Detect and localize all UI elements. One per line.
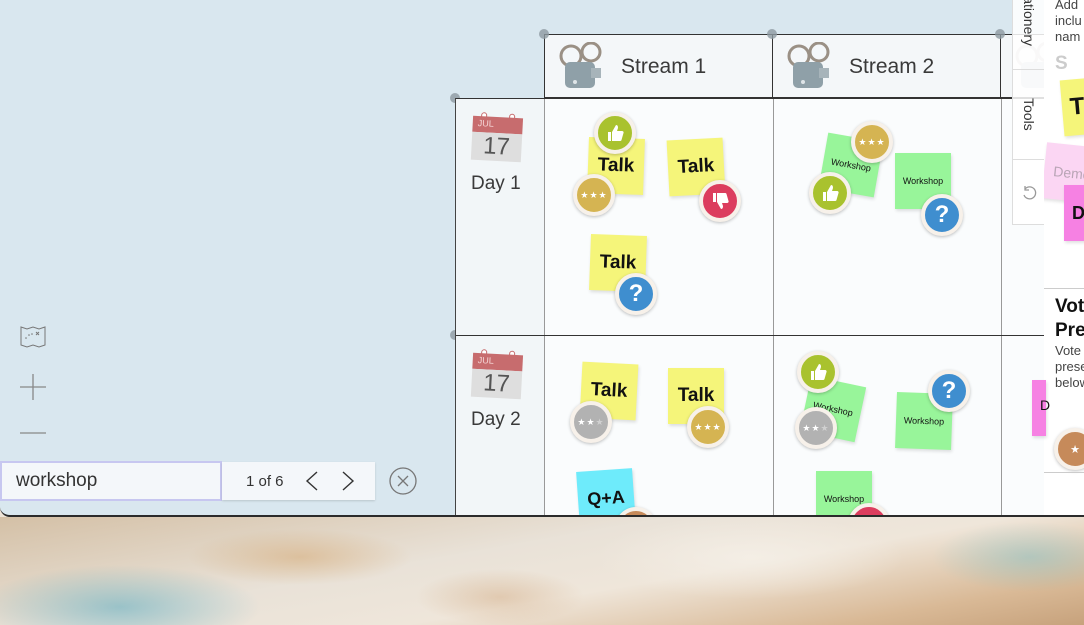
zoom-in-button[interactable] [18, 372, 48, 402]
tab-stationery[interactable]: Stationery [1013, 0, 1045, 70]
panel-divider [1044, 288, 1084, 289]
column-divider [1001, 99, 1002, 515]
three-star-badge[interactable]: ★★★ [687, 406, 729, 448]
desktop-wallpaper [0, 517, 1084, 625]
column-divider [773, 99, 774, 515]
close-circle-icon [389, 467, 417, 495]
day-label: Day 2 [471, 409, 521, 430]
undo-button[interactable] [1013, 160, 1045, 225]
chevron-right-icon [342, 471, 355, 491]
question-badge[interactable]: ? [615, 273, 657, 315]
find-close-button[interactable] [388, 466, 418, 496]
find-previous-button[interactable] [294, 463, 330, 499]
minus-icon [20, 432, 46, 434]
tab-tools[interactable]: Tools [1013, 70, 1045, 160]
two-star-badge[interactable]: ★★ ★ [570, 401, 612, 443]
stream-template[interactable]: S [1055, 52, 1068, 76]
stream-label: Stream 1 [621, 54, 707, 78]
vote-description: prese [1055, 359, 1084, 374]
thumbs-up-icon [811, 364, 827, 380]
stream-header-row: Stream 1 Stream 2 S [544, 34, 1084, 98]
calendar-icon: JUL 17 [470, 349, 524, 402]
find-bar: 1 of 6 [0, 461, 375, 501]
two-star-badge[interactable]: ★★ ★ [795, 407, 837, 449]
talk-template[interactable]: T [1059, 75, 1084, 137]
thumbs-up-badge[interactable] [594, 112, 636, 154]
find-input[interactable] [0, 461, 222, 501]
find-next-button[interactable] [330, 463, 366, 499]
resize-handle[interactable] [539, 29, 549, 39]
thumbs-down-badge[interactable] [699, 180, 741, 222]
day-label: Day 1 [471, 173, 521, 194]
thumbs-up-icon [608, 125, 624, 141]
find-results: 1 of 6 [222, 462, 375, 500]
film-projector-icon [559, 41, 602, 88]
row-divider [456, 335, 1046, 336]
treasure-map-icon [20, 326, 46, 348]
plus-icon [20, 374, 46, 400]
side-panel: Add inclu nam S T Demo D Vot Pre Vote pr… [1044, 0, 1084, 515]
panel-intro-text: inclu [1055, 13, 1082, 28]
question-badge[interactable]: ? [928, 370, 970, 412]
undo-icon [1023, 185, 1037, 199]
three-star-badge[interactable]: ★★★ [573, 174, 615, 216]
demo-partial-label: D [1040, 397, 1051, 413]
panel-intro-text: Add [1055, 0, 1079, 12]
resize-handle[interactable] [767, 29, 777, 39]
demo-template[interactable]: D [1064, 185, 1084, 241]
vote-title: Pre [1055, 320, 1084, 341]
question-badge[interactable]: ? [921, 194, 963, 236]
thumbs-up-badge[interactable] [797, 351, 839, 393]
calendar-icon: JUL 17 [470, 112, 524, 165]
stream-label: Stream 2 [849, 54, 935, 78]
app-window: Stream 1 Stream 2 S [0, 0, 1084, 517]
thumbs-up-icon [823, 185, 839, 201]
chevron-left-icon [305, 471, 318, 491]
schedule-grid: JUL 17 Day 1 JUL 17 Day 2 [455, 98, 1084, 515]
schedule-board: Stream 1 Stream 2 S [450, 29, 1084, 515]
resize-handle[interactable] [995, 29, 1005, 39]
thumbs-up-badge[interactable] [809, 172, 851, 214]
bronze-badge-template[interactable]: ★ [1054, 428, 1084, 470]
film-projector-icon [787, 41, 830, 88]
panel-intro-text: nam [1055, 29, 1081, 44]
stream-header-2[interactable]: Stream 2 [773, 35, 1001, 98]
stream-header-1[interactable]: Stream 1 [545, 35, 773, 98]
map-button[interactable] [18, 321, 48, 351]
zoom-out-button[interactable] [18, 418, 48, 448]
vote-description: below [1055, 375, 1084, 390]
vote-description: Vote [1055, 343, 1082, 358]
find-count: 1 of 6 [246, 472, 284, 490]
three-star-badge[interactable]: ★★★ [851, 121, 893, 163]
vote-title: Vot [1055, 296, 1084, 317]
panel-divider [1044, 472, 1084, 473]
side-tab-strip: Stationery Tools [1012, 0, 1045, 225]
thumbs-down-icon [713, 193, 729, 209]
